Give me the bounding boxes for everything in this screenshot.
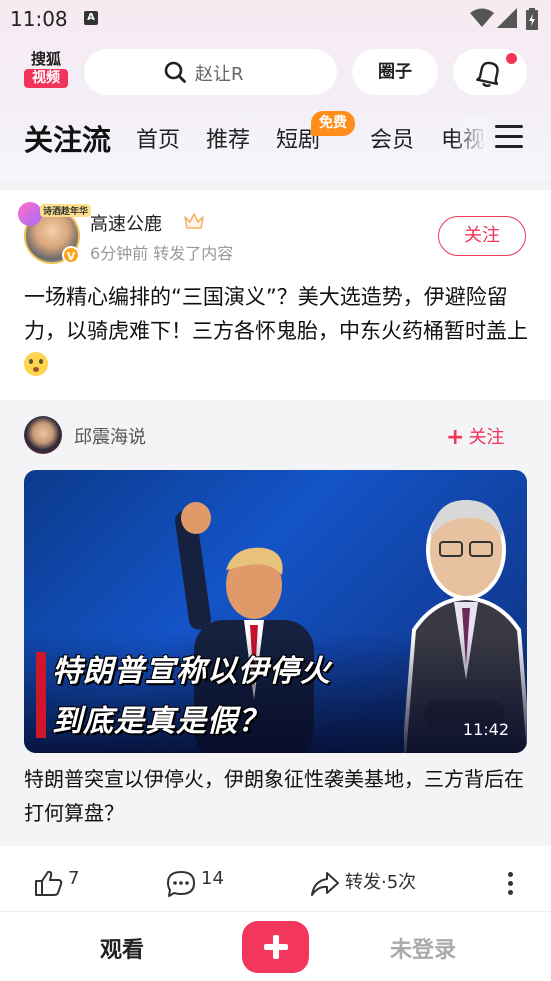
quoted-follow-label: 关注 (468, 427, 505, 448)
quoted-author-avatar[interactable] (24, 416, 62, 454)
share-icon[interactable] (310, 871, 340, 897)
status-bar: 11:08 A (0, 0, 551, 38)
author-name[interactable]: 高速公鹿 (90, 210, 162, 236)
comment-count[interactable]: 14 (201, 868, 224, 889)
search-icon (164, 61, 186, 83)
share-label[interactable]: 转发·5次 (345, 868, 416, 894)
wifi-icon (470, 8, 494, 27)
search-suggestion-text: 赵让R (195, 64, 244, 85)
post-meta: 6分钟前 转发了内容 (90, 244, 234, 263)
logo-text-top: 搜狐 (30, 50, 61, 68)
video-title-line2: 到底是真是假？ (52, 704, 269, 739)
sohu-video-logo[interactable]: 搜狐 视频 (24, 50, 68, 88)
circle-button[interactable]: 圈子 (352, 49, 438, 95)
menu-icon[interactable] (495, 125, 523, 155)
video-thumbnail[interactable]: 特朗普宣称以伊停火 到底是真是假？ 11:42 (24, 470, 527, 753)
battery-icon (526, 8, 538, 30)
like-count[interactable]: 7 (68, 868, 79, 889)
video-title-line1: 特朗普宣称以伊停火 (52, 654, 331, 689)
app-notification-icon: A (84, 11, 98, 25)
tab-home[interactable]: 首页 (136, 122, 180, 154)
avatar-frame-icon (18, 202, 42, 226)
post-text-content: 一场精心编排的“三国演义”？美大选造势，伊避险留力，以骑虎难下！三方各怀鬼胎，中… (24, 285, 528, 343)
avatar-frame-text: 诗酒趁年华 (40, 204, 92, 217)
bottom-navigation: 观看 未登录 (0, 911, 551, 981)
thumbs-up-icon[interactable] (34, 869, 64, 897)
tab-recommend[interactable]: 推荐 (206, 122, 250, 154)
quoted-video-title[interactable]: 特朗普突宣以伊停火，伊朗象征性袭美基地，三方背后在打何算盘？ (24, 762, 529, 830)
free-badge: 免费 (311, 111, 355, 136)
search-bar[interactable]: 赵让R (84, 49, 337, 95)
more-options-icon[interactable] (508, 872, 514, 899)
logo-text-bottom: 视频 (24, 69, 68, 88)
plus-icon: + (446, 425, 465, 450)
video-duration: 11:42 (462, 720, 509, 739)
tab-watch[interactable]: 观看 (100, 932, 144, 964)
tab-vip[interactable]: 会员 (370, 122, 414, 154)
thinking-emoji-icon (24, 352, 48, 376)
feed-post: 诗酒趁年华 V 高速公鹿 6分钟前 转发了内容 关注 一场精心编排的“三国演义”… (0, 190, 551, 400)
notification-dot (506, 53, 517, 64)
quoted-video-card[interactable]: 邱震海说 + 关注 特朗普宣称以伊停火 到底是真是假？ 11:42 特朗普突宣以伊… (0, 400, 551, 846)
verified-badge: V (62, 246, 80, 264)
follow-button[interactable]: 关注 (438, 216, 526, 256)
quoted-author-name[interactable]: 邱震海说 (74, 423, 146, 449)
tab-follow-feed[interactable]: 关注流 (24, 117, 111, 159)
title-accent-bar (36, 652, 46, 738)
quoted-follow-button[interactable]: + 关注 (446, 423, 504, 450)
crown-icon (184, 213, 204, 229)
notifications-button[interactable] (453, 49, 527, 95)
signal-icon (497, 8, 517, 28)
author-avatar[interactable]: 诗酒趁年华 V (18, 202, 92, 264)
post-actions: 7 14 转发·5次 (0, 846, 551, 911)
bell-icon (476, 61, 499, 88)
status-time: 11:08 (10, 7, 68, 31)
tab-login[interactable]: 未登录 (390, 932, 456, 964)
post-text[interactable]: 一场精心编排的“三国演义”？美大选造势，伊避险留力，以骑虎难下！三方各怀鬼胎，中… (24, 280, 529, 382)
comment-icon[interactable] (166, 870, 196, 898)
tabs-fade (452, 116, 487, 160)
create-post-button[interactable] (242, 921, 309, 973)
